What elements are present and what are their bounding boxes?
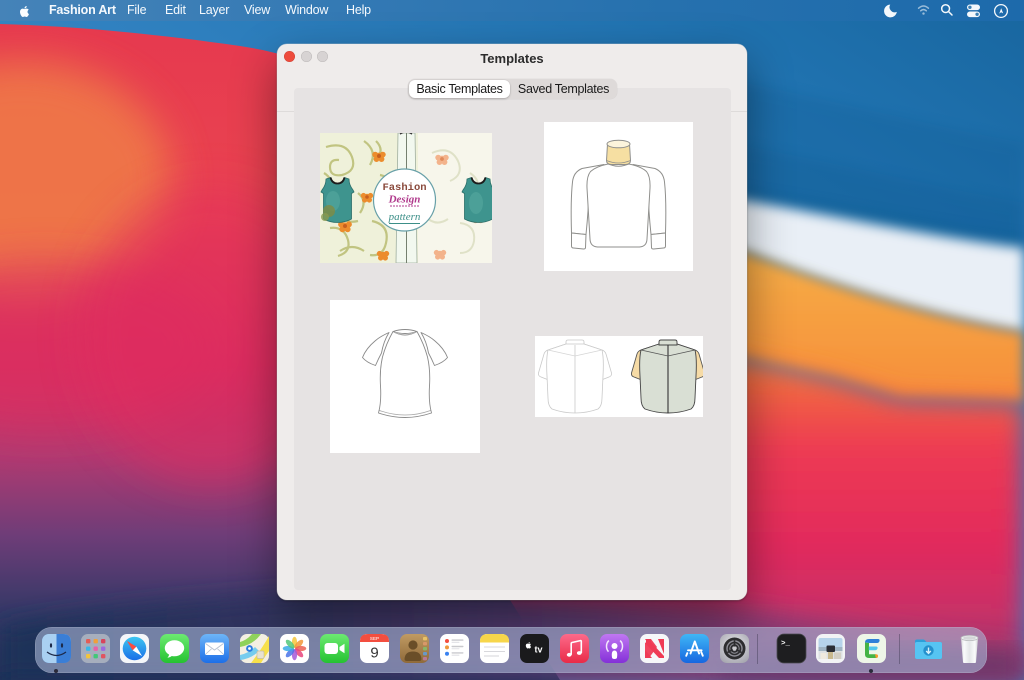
svg-text:Design: Design [388,194,421,206]
svg-text:>_: >_ [781,640,791,648]
svg-text:SEP: SEP [369,636,378,641]
svg-text:Fashion: Fashion [382,182,426,194]
svg-text:tv: tv [534,645,542,655]
svg-text:pattern: pattern [388,211,421,223]
svg-text:9: 9 [370,645,378,662]
